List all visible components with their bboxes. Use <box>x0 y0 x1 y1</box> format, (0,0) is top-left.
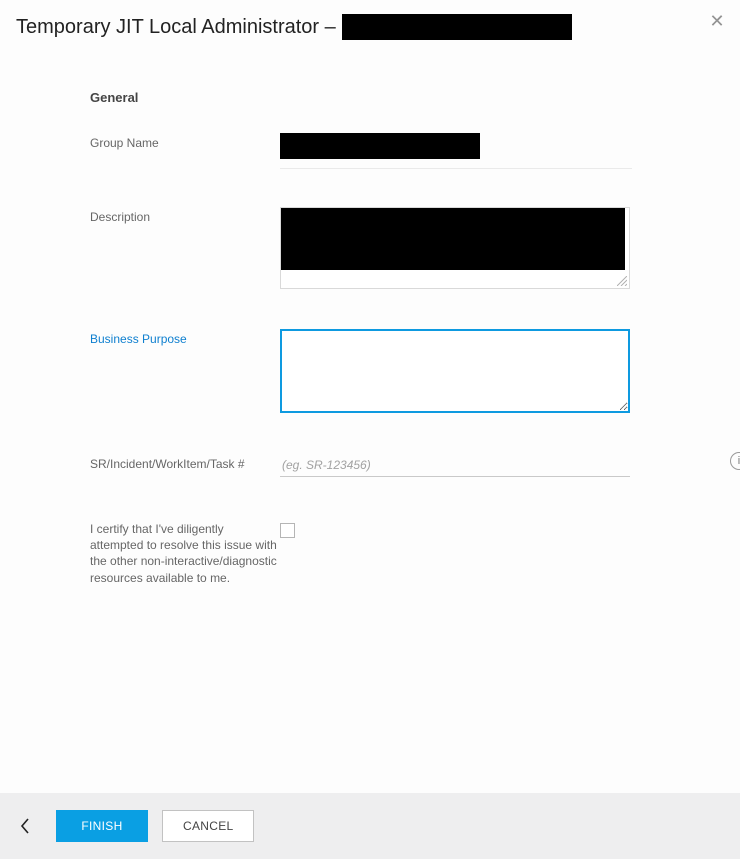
dialog-title-redacted <box>342 14 572 40</box>
description-redacted <box>281 208 625 270</box>
dialog-title-line: Temporary JIT Local Administrator – <box>16 14 724 40</box>
row-business-purpose: Business Purpose <box>90 329 660 418</box>
row-certify: I certify that I've diligently attempted… <box>90 521 660 586</box>
dialog-body: General Group Name Description Bu <box>0 60 740 586</box>
finish-button[interactable]: FINISH <box>56 810 148 842</box>
row-group-name: Group Name <box>90 133 660 169</box>
label-ticket: SR/Incident/WorkItem/Task # <box>90 454 280 471</box>
info-icon[interactable]: i <box>730 452 740 470</box>
cancel-button[interactable]: CANCEL <box>162 810 254 842</box>
label-group-name: Group Name <box>90 133 280 150</box>
label-description: Description <box>90 207 280 224</box>
dialog: Temporary JIT Local Administrator – ✕ Ge… <box>0 0 740 859</box>
row-description: Description <box>90 207 660 289</box>
business-purpose-textarea[interactable] <box>280 329 630 413</box>
close-icon[interactable]: ✕ <box>708 12 726 30</box>
resize-handle-icon <box>617 276 627 286</box>
certify-checkbox[interactable] <box>280 523 295 538</box>
field-group-name <box>280 133 660 169</box>
group-name-redacted <box>280 133 480 159</box>
ticket-input[interactable] <box>280 454 630 477</box>
chevron-left-icon[interactable] <box>14 815 36 837</box>
field-ticket: i <box>280 454 660 477</box>
dialog-footer: FINISH CANCEL <box>0 793 740 859</box>
field-business-purpose <box>280 329 660 418</box>
field-certify <box>280 521 660 538</box>
label-business-purpose: Business Purpose <box>90 329 280 346</box>
section-heading-general: General <box>90 90 660 105</box>
label-certify: I certify that I've diligently attempted… <box>90 521 280 586</box>
dialog-header: Temporary JIT Local Administrator – ✕ <box>0 0 740 60</box>
description-textarea[interactable] <box>280 207 630 289</box>
row-ticket: SR/Incident/WorkItem/Task # i <box>90 454 660 477</box>
dialog-title-text: Temporary JIT Local Administrator – <box>16 16 336 39</box>
field-description <box>280 207 660 289</box>
